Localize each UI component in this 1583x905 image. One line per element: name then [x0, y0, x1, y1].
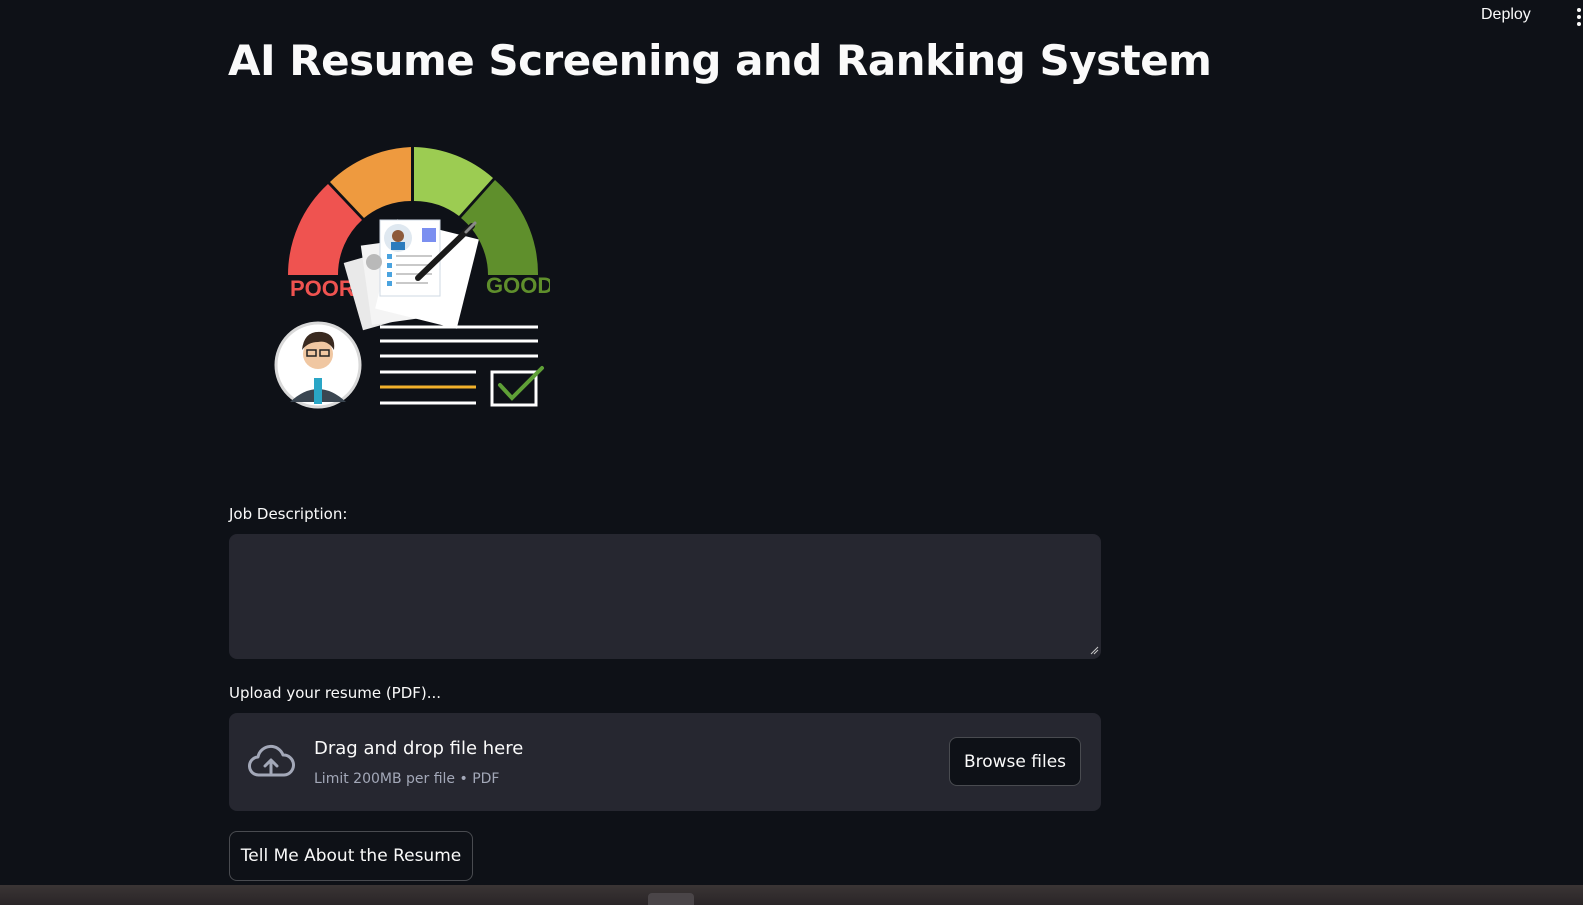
- page-title: AI Resume Screening and Ranking System: [228, 36, 1212, 85]
- deploy-button[interactable]: Deploy: [1481, 6, 1531, 24]
- cloud-upload-icon: [248, 744, 295, 777]
- tell-me-about-resume-button[interactable]: Tell Me About the Resume: [229, 831, 473, 881]
- upload-resume-label: Upload your resume (PDF)...: [229, 684, 442, 702]
- kebab-menu-icon[interactable]: [1575, 8, 1583, 26]
- checkbox-icon: [490, 370, 538, 407]
- file-dropzone[interactable]: Drag and drop file here Limit 200MB per …: [229, 713, 1101, 811]
- dropzone-instruction: Drag and drop file here: [314, 738, 524, 759]
- top-toolbar: Deploy: [0, 0, 1583, 34]
- dropzone-limit-text: Limit 200MB per file • PDF: [314, 771, 500, 787]
- resume-rating-illustration: POOR GOOD: [274, 147, 550, 409]
- bottom-edge-tab: [648, 893, 694, 905]
- browse-files-button[interactable]: Browse files: [949, 737, 1081, 786]
- gauge-poor-label: POOR: [290, 276, 355, 301]
- bottom-edge-strip: [0, 885, 1583, 905]
- job-description-input[interactable]: [229, 534, 1101, 659]
- recruiter-avatar-icon: [274, 321, 362, 409]
- gauge-good-label: GOOD: [486, 273, 550, 298]
- job-description-label: Job Description:: [229, 505, 348, 523]
- resize-handle-icon[interactable]: [1090, 646, 1099, 655]
